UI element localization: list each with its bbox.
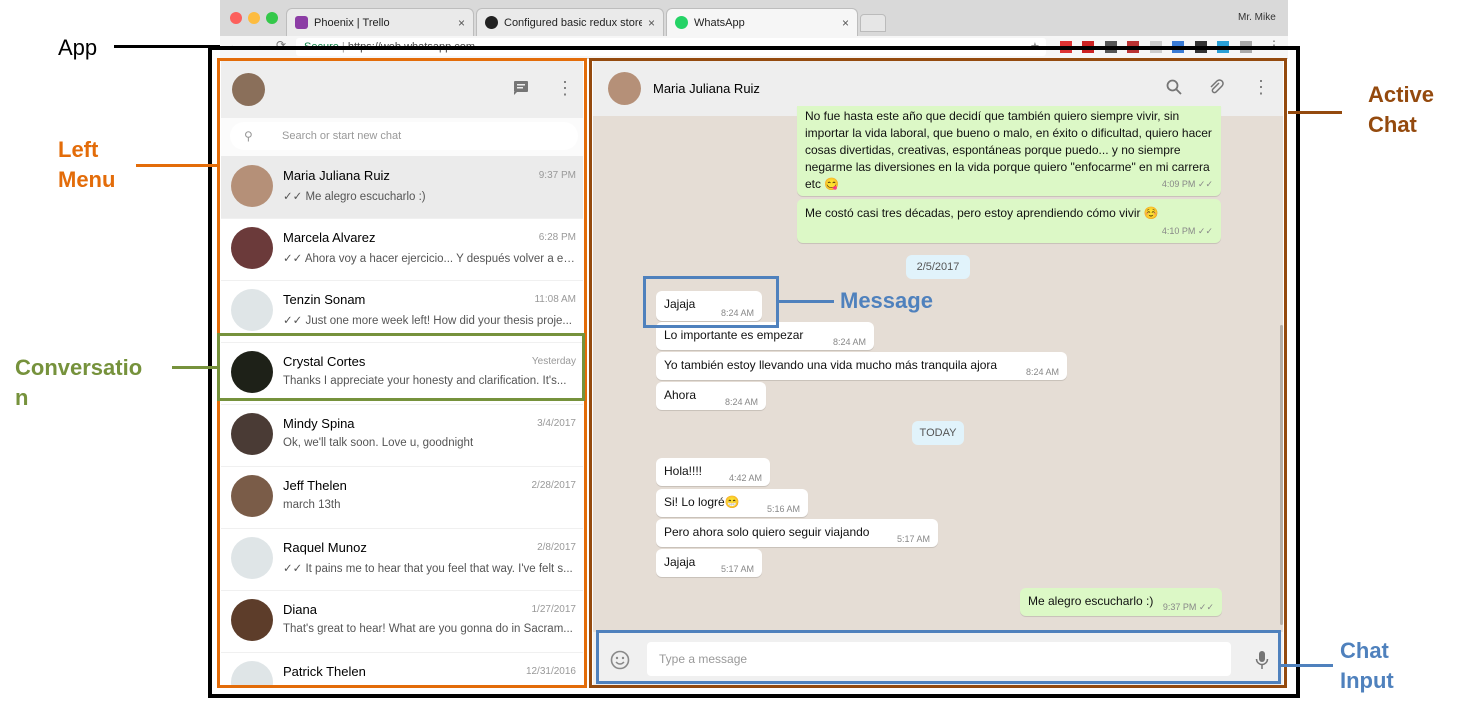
annotation-message-line	[779, 300, 834, 303]
tab-label: Configured basic redux store ·	[504, 16, 642, 29]
tab-label: Phoenix | Trello	[314, 16, 390, 29]
annotation-active-chat-line	[1288, 111, 1342, 114]
annotation-conversation: Conversation	[15, 355, 143, 410]
annotation-left-menu: Left Menu	[58, 137, 116, 192]
close-icon[interactable]: ×	[648, 16, 655, 30]
close-window-button[interactable]	[230, 12, 242, 24]
annotation-chat-input-line	[1281, 664, 1333, 667]
tab-github[interactable]: Configured basic redux store · ×	[476, 8, 664, 36]
chat-input-highlight	[596, 630, 1281, 684]
trello-icon	[295, 16, 308, 29]
message-highlight	[643, 276, 779, 328]
new-tab-button[interactable]	[860, 14, 886, 32]
tab-trello[interactable]: Phoenix | Trello ×	[286, 8, 474, 36]
whatsapp-icon	[675, 16, 688, 29]
tab-whatsapp[interactable]: WhatsApp ×	[666, 8, 858, 36]
annotation-chat-input: Chat Input	[1340, 638, 1394, 693]
annotation-left-menu-line	[136, 164, 220, 167]
annotation-message: Message	[840, 288, 933, 313]
browser-user: Mr. Mike	[1238, 12, 1276, 23]
annotation-app: App	[58, 35, 98, 60]
close-icon[interactable]: ×	[842, 16, 849, 30]
maximize-window-button[interactable]	[266, 12, 278, 24]
conversation-highlight	[217, 333, 585, 401]
active-chat-highlight	[589, 58, 1287, 688]
close-icon[interactable]: ×	[458, 16, 465, 30]
annotation-conversation-line	[172, 366, 218, 369]
tab-label: WhatsApp	[694, 16, 745, 29]
github-icon	[485, 16, 498, 29]
annotation-app-line	[114, 45, 220, 48]
annotation-active-chat: Active Chat	[1368, 82, 1435, 137]
minimize-window-button[interactable]	[248, 12, 260, 24]
